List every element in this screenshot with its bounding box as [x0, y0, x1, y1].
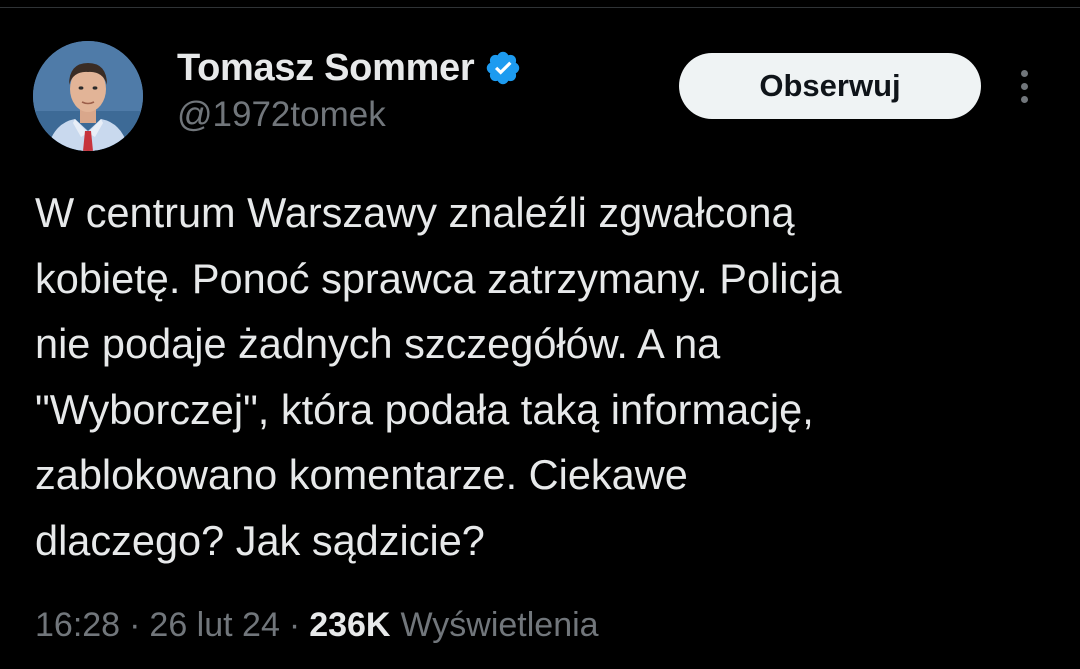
dot: [1020, 82, 1028, 90]
verified-badge-icon[interactable]: [484, 49, 522, 87]
tweet-meta: 16:28 · 26 lut 24 · 236K Wyświetlenia: [35, 606, 599, 645]
more-vertical-icon[interactable]: [1005, 62, 1043, 110]
author-handle[interactable]: @1972tomek: [177, 95, 386, 135]
meta-separator: ·: [288, 606, 301, 644]
profile-photo: [33, 41, 143, 151]
views-count[interactable]: 236K: [309, 606, 390, 645]
views-label[interactable]: Wyświetlenia: [400, 606, 598, 645]
dot: [1020, 69, 1028, 77]
tweet-date[interactable]: 26 lut 24: [149, 606, 279, 645]
top-divider: [0, 0, 1080, 8]
tweet-time[interactable]: 16:28: [35, 606, 120, 645]
dot: [1020, 95, 1028, 103]
meta-separator: ·: [129, 606, 141, 644]
author-name-row: Tomasz Sommer: [177, 44, 522, 92]
follow-button[interactable]: Obserwuj: [679, 53, 981, 119]
avatar[interactable]: [33, 41, 143, 151]
author-display-name[interactable]: Tomasz Sommer: [177, 47, 475, 90]
tweet-text: W centrum Warszawy znaleźli zgwałconą ko…: [35, 189, 842, 564]
